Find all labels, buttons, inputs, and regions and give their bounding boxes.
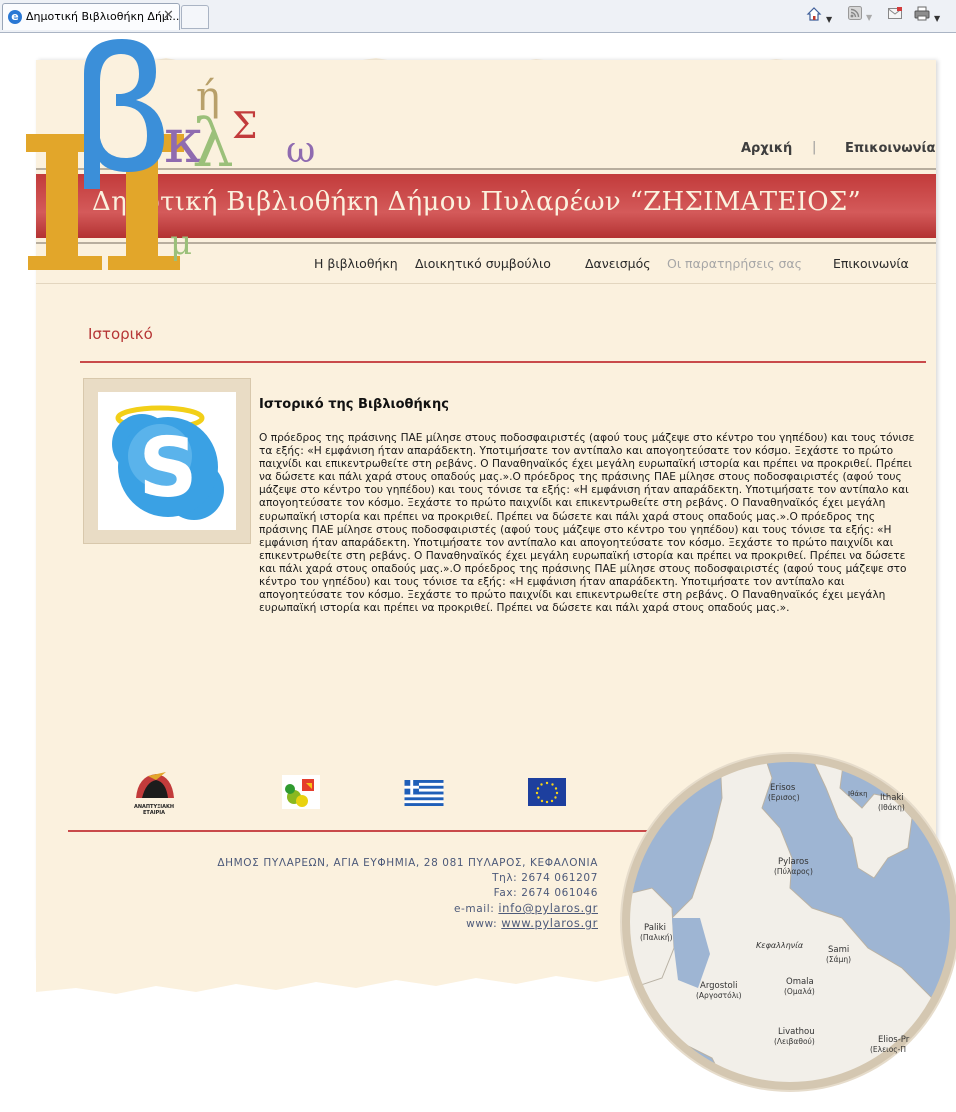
- map-label-elios-sub: (Ελειος-Π: [870, 1045, 906, 1054]
- article-body: Ο πρόεδρος της πράσινης ΠΑΕ μίλησε στους…: [259, 432, 915, 615]
- anaptyxiaki-etaireia-logo[interactable]: ΑΝΑΠΤΥΞΙΑΚΗ ΕΤΑΙΡΙΑ: [126, 770, 182, 816]
- svg-text:S: S: [138, 421, 197, 516]
- map-label-sami: Sami: [828, 945, 849, 955]
- top-link-home[interactable]: Αρχική: [741, 141, 792, 156]
- chevron-down-icon[interactable]: ▼: [866, 13, 872, 22]
- nav-item-library[interactable]: Η βιβλιοθήκη: [314, 256, 398, 271]
- home-button[interactable]: ▼: [806, 6, 832, 24]
- anaptyxiaki-caption: ΑΝΑΠΤΥΞΙΑΚΗ ΕΤΑΙΡΙΑ: [133, 804, 175, 816]
- logo-lambda-letter: λ: [192, 105, 234, 182]
- print-button[interactable]: ▼: [914, 6, 940, 23]
- section-title: Ιστορικό: [88, 325, 153, 343]
- print-icon: [914, 6, 930, 21]
- map-label-pylaros-sub: (Πύλαρος): [774, 867, 813, 876]
- footer-phone: Τηλ: 2674 061207: [492, 872, 598, 884]
- article-image: S: [98, 392, 236, 530]
- flower-icon: [282, 775, 320, 809]
- map-label-kefallinia: Κεφαλληνία: [756, 941, 804, 950]
- feeds-icon: [848, 6, 862, 20]
- map-label-sami-sub: (Σάμη): [826, 955, 851, 964]
- read-mail-button[interactable]: [888, 6, 902, 22]
- map-label-erisos-sub: (Ερισος): [768, 793, 800, 802]
- footer-address: ΔΗΜΟΣ ΠΥΛΑΡΕΩΝ, ΑΓΙΑ ΕΥΦΗΜΙΑ, 28 081 ΠΥΛ…: [217, 857, 598, 869]
- browser-chrome: e Δημοτική Βιβλιοθήκη Δήμ... ✕ ▼ ▼ ▼: [0, 0, 956, 33]
- map-label-paliki: Paliki: [644, 923, 666, 933]
- kefalonia-map[interactable]: Erisos (Ερισος) Ithaki (Ιθάκη) Ιθάκη Pyl…: [612, 718, 956, 1098]
- skype-logo-icon: S: [112, 405, 224, 520]
- map-label-ithaki-sub: (Ιθάκη): [878, 803, 905, 812]
- browser-tab[interactable]: e Δημοτική Βιβλιοθήκη Δήμ... ✕: [2, 3, 180, 30]
- map-label-omala: Omala: [786, 977, 814, 987]
- home-icon: [806, 7, 822, 21]
- chevron-down-icon[interactable]: ▼: [826, 15, 832, 24]
- nav-item-lending[interactable]: Δανεισμός: [585, 256, 651, 271]
- map-label-livathou-sub: (Λειβαθού): [774, 1037, 815, 1046]
- logo-omega-letter: ω: [286, 130, 315, 171]
- chevron-down-icon[interactable]: ▼: [934, 14, 940, 23]
- helmet-icon: [136, 772, 174, 798]
- nav-item-feedback[interactable]: Οι παρατηρήσεις σας: [667, 256, 802, 271]
- program-logo[interactable]: [282, 775, 320, 813]
- tab-title: Δημοτική Βιβλιοθήκη Δήμ...: [26, 10, 180, 23]
- footer-divider: [68, 830, 650, 832]
- logo-mu-letter: μ: [170, 223, 192, 263]
- tab-close-icon[interactable]: ✕: [163, 8, 174, 23]
- footer-www-link[interactable]: www.pylaros.gr: [501, 916, 598, 930]
- library-logo[interactable]: ή κ λ Σ ω μ: [24, 34, 324, 284]
- map-label-elios: Elios-Pr: [878, 1035, 910, 1045]
- map-label-argostoli-sub: (Αργοστόλι): [696, 991, 742, 1000]
- article-image-frame: S: [83, 378, 251, 544]
- nav-item-board[interactable]: Διοικητικό συμβούλιο: [415, 256, 551, 271]
- footer-www-label: www:: [466, 918, 498, 930]
- section-divider: [80, 361, 926, 363]
- map-label-ithaki-gr: Ιθάκη: [848, 790, 868, 798]
- eu-flag-icon: [528, 778, 566, 806]
- footer-www-row: www: www.pylaros.gr: [466, 916, 598, 930]
- new-tab-button[interactable]: [181, 5, 209, 29]
- map-label-pylaros: Pylaros: [778, 857, 809, 867]
- read-mail-icon: [888, 7, 902, 19]
- ie-icon: e: [8, 10, 22, 24]
- feeds-button[interactable]: ▼: [848, 6, 872, 22]
- footer-fax: Fax: 2674 061046: [493, 887, 598, 899]
- map-label-paliki-sub: (Παλική): [640, 933, 673, 942]
- map-label-omala-sub: (Ομαλά): [784, 987, 815, 996]
- greek-flag-icon: [404, 780, 444, 806]
- article-title: Ιστορικό της Βιβλιοθήκης: [259, 397, 449, 412]
- footer-email-row: e-mail: info@pylaros.gr: [454, 901, 598, 915]
- nav-item-contact[interactable]: Επικοινωνία: [833, 256, 909, 271]
- map-label-erisos: Erisos: [770, 783, 796, 793]
- map-label-argostoli: Argostoli: [700, 981, 737, 991]
- top-link-separator: |: [812, 140, 817, 155]
- footer-email-label: e-mail:: [453, 903, 495, 915]
- map-label-livathou: Livathou: [778, 1027, 815, 1037]
- logo-sigma-letter: Σ: [232, 106, 257, 147]
- map-label-ithaki: Ithaki: [880, 793, 904, 803]
- footer-email-link[interactable]: info@pylaros.gr: [498, 901, 598, 915]
- eu-flag[interactable]: [528, 778, 566, 810]
- greek-flag[interactable]: [404, 780, 444, 810]
- top-link-contact[interactable]: Επικοινωνία: [845, 141, 935, 156]
